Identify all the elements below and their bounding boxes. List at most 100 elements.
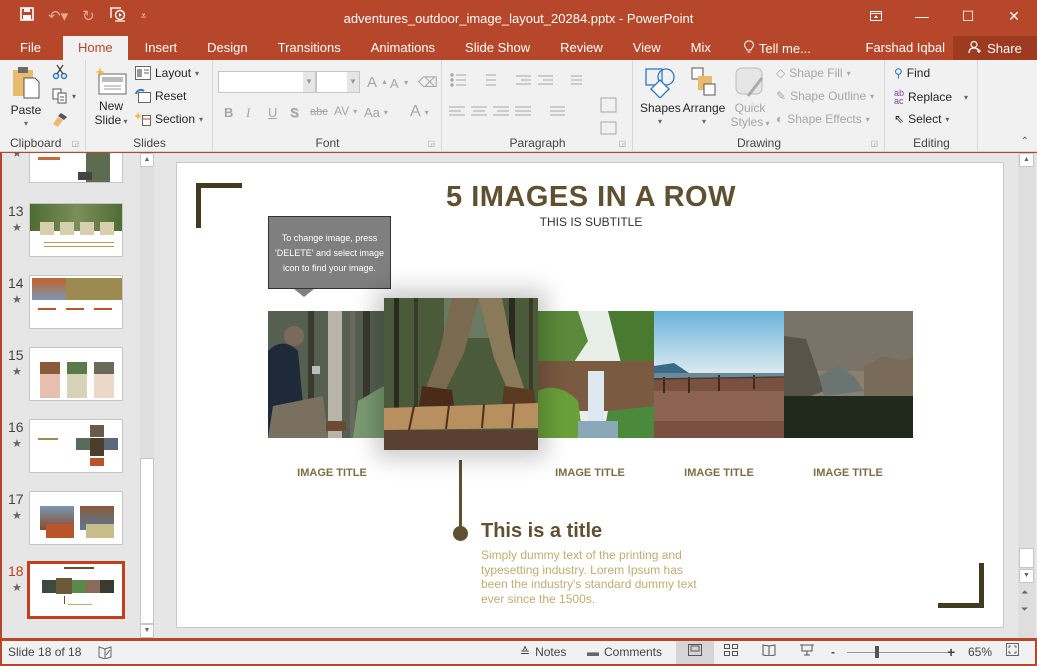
zoom-out-button[interactable]: - [831, 641, 835, 664]
zoom-in-button[interactable]: + [947, 641, 955, 664]
shape-effects-button[interactable]: ◐ Shape Effects ▾ [776, 112, 870, 126]
maximize-icon[interactable]: ☐ [945, 0, 991, 32]
font-size-combobox[interactable]: ▼ [316, 71, 360, 93]
zoom-slider-thumb[interactable] [875, 646, 879, 658]
find-button[interactable]: ⚲ Find [894, 66, 930, 80]
dialog-launcher-icon[interactable]: ◲ [427, 139, 435, 148]
thumbnail-12[interactable]: ★ [2, 153, 140, 187]
reading-view-button[interactable] [762, 641, 776, 664]
scroll-down-icon[interactable]: ▼ [1019, 569, 1034, 583]
underline-button[interactable]: U [268, 105, 277, 120]
camper-photo[interactable] [268, 311, 384, 438]
tab-slide-show[interactable]: Slide Show [450, 36, 545, 60]
bold-button[interactable]: B [224, 105, 233, 120]
slide-title[interactable]: 5 IMAGES IN A ROW [177, 181, 1003, 214]
font-name-combobox[interactable]: ▼ [218, 71, 316, 93]
select-button[interactable]: ⇖ Select ▾ [894, 112, 949, 126]
spell-check-icon[interactable] [98, 641, 112, 664]
font-color-button[interactable]: A ▾ [410, 103, 429, 121]
tab-view[interactable]: View [618, 36, 676, 60]
slide-sorter-button[interactable] [724, 641, 738, 664]
animation-star-icon: ★ [12, 222, 22, 234]
notes-label: Notes [535, 645, 567, 659]
thumbnail-13[interactable]: 13 ★ [2, 203, 140, 261]
tab-transitions[interactable]: Transitions [263, 36, 356, 60]
tell-me-box[interactable]: Tell me... [744, 40, 811, 57]
tab-file[interactable]: File [0, 36, 61, 60]
thumbnail-17[interactable]: 17 ★ [2, 491, 140, 549]
body-title[interactable]: This is a title [481, 520, 602, 543]
shrink-font-button[interactable]: A ▼ [390, 76, 410, 91]
tab-mix[interactable]: Mix [676, 36, 726, 60]
format-painter-icon[interactable] [52, 112, 68, 128]
zoom-level[interactable]: 65% [968, 641, 992, 664]
change-case-button[interactable]: Aa ▾ [364, 105, 388, 120]
shadow-button[interactable]: S [290, 105, 299, 120]
shape-outline-button[interactable]: ✎ Shape Outline ▾ [776, 89, 874, 103]
italic-button[interactable]: I [246, 105, 250, 121]
cut-icon[interactable] [52, 64, 68, 80]
scrollbar-thumb[interactable] [1019, 548, 1034, 568]
normal-view-button[interactable] [676, 641, 714, 664]
callout-tooltip[interactable]: To change image, press 'DELETE' and sele… [268, 216, 391, 289]
valley-photo[interactable] [784, 311, 913, 438]
scroll-up-icon[interactable]: ▲ [140, 153, 154, 167]
minimize-icon[interactable]: — [899, 0, 945, 32]
layout-button[interactable]: Layout ▾ [135, 66, 199, 80]
close-icon[interactable]: ✕ [991, 0, 1037, 32]
character-spacing-button[interactable]: AV ▾ [334, 104, 357, 118]
scrollbar-thumb[interactable] [140, 458, 154, 624]
arrange-label: Arrange [682, 101, 726, 115]
tab-review[interactable]: Review [545, 36, 618, 60]
paste-button[interactable]: Paste ▾ [8, 66, 44, 131]
fit-to-window-button[interactable] [1006, 641, 1019, 664]
thumbnail-16[interactable]: 16 ★ [2, 419, 140, 477]
paragraph-controls-icons[interactable] [449, 72, 629, 142]
slideshow-button[interactable] [800, 641, 814, 664]
comments-button[interactable]: ▬ Comments [587, 641, 662, 664]
hiker-boots-photo[interactable] [384, 298, 538, 450]
new-slide-button[interactable]: New Slide ▾ [91, 66, 131, 129]
scroll-down-icon[interactable]: ▼ [140, 624, 154, 638]
dialog-launcher-icon[interactable]: ◲ [71, 139, 79, 148]
dialog-launcher-icon[interactable]: ◲ [870, 139, 878, 148]
section-button[interactable]: Section ▾ [135, 112, 203, 126]
thumbnail-18[interactable]: 18 ★ [2, 561, 140, 621]
tab-home[interactable]: Home [62, 36, 128, 60]
slide-scrollbar[interactable]: ▲ ▼ ⏶ ⏷ [1018, 153, 1035, 638]
image-title-3[interactable]: IMAGE TITLE [525, 467, 655, 479]
scroll-up-icon[interactable]: ▲ [1019, 153, 1034, 167]
image-title-4[interactable]: IMAGE TITLE [654, 467, 784, 479]
collapse-ribbon-icon[interactable]: ⌃ [1021, 136, 1029, 147]
waterfall-photo[interactable] [538, 311, 654, 438]
ribbon-display-options-icon[interactable] [853, 0, 899, 32]
strikethrough-button[interactable]: abc [310, 106, 328, 118]
share-button[interactable]: Share [953, 36, 1037, 60]
next-slide-icon[interactable]: ⏷ [1021, 604, 1028, 615]
image-title-5[interactable]: IMAGE TITLE [783, 467, 913, 479]
arrange-button[interactable]: Arrange ▾ [682, 66, 726, 129]
quick-styles-button[interactable]: Quick Styles ▾ [730, 66, 770, 131]
image-title-1[interactable]: IMAGE TITLE [267, 467, 397, 479]
shape-fill-button[interactable]: ◇ Shape Fill ▾ [776, 66, 851, 80]
copy-icon[interactable]: ▾ [52, 88, 76, 104]
zoom-slider-track[interactable] [847, 652, 947, 653]
thumbnails-scrollbar[interactable]: ▲ ▼ [140, 153, 154, 638]
field-photo[interactable] [654, 311, 784, 438]
notes-button[interactable]: ≙ Notes [520, 641, 566, 664]
tab-insert[interactable]: Insert [130, 36, 193, 60]
grow-font-button[interactable]: A ▲ [367, 74, 388, 91]
tab-design[interactable]: Design [192, 36, 262, 60]
user-name[interactable]: Farshad Iqbal [866, 36, 946, 60]
dialog-launcher-icon[interactable]: ◲ [618, 139, 626, 148]
previous-slide-icon[interactable]: ⏶ [1021, 587, 1028, 598]
clear-formatting-icon[interactable]: ⌫ [418, 74, 438, 91]
replace-button[interactable]: ab ac Replace ▾ [894, 89, 968, 106]
thumbnail-14[interactable]: 14 ★ [2, 275, 140, 333]
reset-button[interactable]: Reset [135, 89, 186, 103]
thumbnail-15[interactable]: 15 ★ [2, 347, 140, 405]
ribbon: Paste ▾ ▾ Clipboard ◲ New Slide ▾ Layout… [0, 60, 1037, 152]
tab-animations[interactable]: Animations [356, 36, 450, 60]
body-text[interactable]: Simply dummy text of the printing and ty… [481, 548, 711, 606]
shapes-button[interactable]: Shapes ▾ [640, 66, 681, 129]
